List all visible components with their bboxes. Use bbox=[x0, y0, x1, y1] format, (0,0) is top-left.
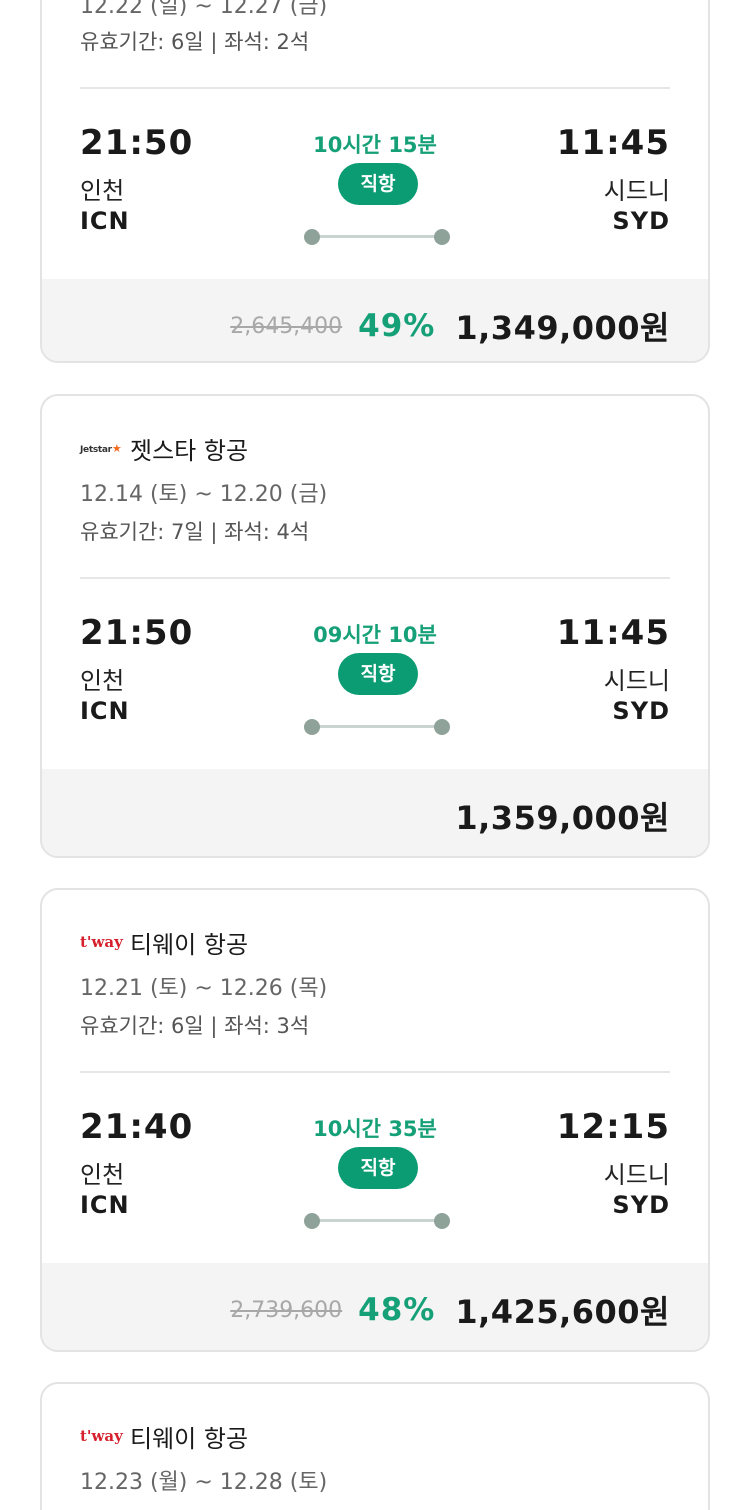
airline-row: t'way 티웨이 항공 bbox=[80, 1416, 670, 1456]
departure-code: ICN bbox=[80, 1191, 130, 1219]
arrival-city: 시드니 bbox=[603, 667, 670, 695]
departure-code: ICN bbox=[80, 207, 130, 235]
validity-seats: 유효기간: 6일 | 좌석: 3석 bbox=[80, 1014, 310, 1038]
direct-badge: 직항 bbox=[338, 653, 418, 695]
tway-logo: t'way bbox=[80, 933, 123, 951]
arrival-time: 11:45 bbox=[556, 123, 670, 163]
route: 21:40 인천 ICN 10시간 35분 직항 12:15 시드니 SYD bbox=[80, 1073, 670, 1263]
jetstar-logo: Jetstar★ bbox=[80, 441, 122, 455]
origin-dot-icon bbox=[304, 1213, 320, 1229]
origin-dot-icon bbox=[304, 229, 320, 245]
travel-dates: 12.21 (토) ~ 12.26 (목) bbox=[80, 976, 328, 1001]
travel-dates: 12.23 (월) ~ 12.28 (토) bbox=[80, 1470, 328, 1495]
route-line bbox=[304, 229, 450, 245]
arrival-code: SYD bbox=[612, 1191, 670, 1219]
tway-logo: t'way bbox=[80, 1427, 123, 1445]
sale-price: 1,425,600원 bbox=[455, 1293, 670, 1331]
travel-dates: 12.14 (토) ~ 12.20 (금) bbox=[80, 482, 328, 507]
airline-name: 젯스타 항공 bbox=[130, 436, 249, 465]
airline-name: 티웨이 항공 bbox=[130, 930, 249, 959]
arrival-code: SYD bbox=[612, 207, 670, 235]
route: 21:50 인천 ICN 10시간 15분 직항 11:45 시드니 SYD bbox=[80, 89, 670, 279]
arrival-city: 시드니 bbox=[603, 177, 670, 205]
original-price: 2,739,600 bbox=[230, 1297, 343, 1323]
origin-dot-icon bbox=[304, 719, 320, 735]
discount-percent: 49% bbox=[358, 308, 436, 344]
discount-percent: 48% bbox=[358, 1292, 436, 1328]
validity-seats: 유효기간: 6일 | 좌석: 2석 bbox=[80, 30, 310, 54]
direct-badge: 직항 bbox=[338, 1147, 418, 1189]
price-row: 1,359,000원 bbox=[42, 769, 708, 856]
arrival-time: 11:45 bbox=[556, 613, 670, 653]
sale-price: 1,349,000원 bbox=[455, 309, 670, 347]
arrival-city: 시드니 bbox=[603, 1161, 670, 1189]
price-row: 2,739,600 48% 1,425,600원 bbox=[42, 1263, 708, 1350]
airline-row: Jetstar★ 젯스타 항공 bbox=[80, 428, 670, 468]
route-line bbox=[304, 719, 450, 735]
flight-card[interactable]: 12.22 (일) ~ 12.27 (금) 유효기간: 6일 | 좌석: 2석 … bbox=[40, 0, 710, 363]
flight-card[interactable]: t'way 티웨이 항공 12.21 (토) ~ 12.26 (목) 유효기간:… bbox=[40, 888, 710, 1352]
validity-seats: 유효기간: 7일 | 좌석: 4석 bbox=[80, 520, 310, 544]
travel-dates: 12.22 (일) ~ 12.27 (금) bbox=[80, 0, 328, 19]
star-icon: ★ bbox=[111, 441, 122, 455]
departure-code: ICN bbox=[80, 697, 130, 725]
airline-row: t'way 티웨이 항공 bbox=[80, 922, 670, 962]
departure-city: 인천 bbox=[80, 667, 125, 695]
sale-price: 1,359,000원 bbox=[455, 799, 670, 837]
arrival-code: SYD bbox=[612, 697, 670, 725]
destination-dot-icon bbox=[434, 229, 450, 245]
route-line bbox=[304, 1213, 450, 1229]
flight-card[interactable]: t'way 티웨이 항공 12.23 (월) ~ 12.28 (토) bbox=[40, 1382, 710, 1510]
price-row: 2,645,400 49% 1,349,000원 bbox=[42, 279, 708, 361]
destination-dot-icon bbox=[434, 719, 450, 735]
route: 21:50 인천 ICN 09시간 10분 직항 11:45 시드니 SYD bbox=[80, 579, 670, 769]
destination-dot-icon bbox=[434, 1213, 450, 1229]
departure-city: 인천 bbox=[80, 1161, 125, 1189]
arrival-time: 12:15 bbox=[556, 1107, 670, 1147]
direct-badge: 직항 bbox=[338, 163, 418, 205]
airline-name: 티웨이 항공 bbox=[130, 1424, 249, 1453]
flight-card[interactable]: Jetstar★ 젯스타 항공 12.14 (토) ~ 12.20 (금) 유효… bbox=[40, 394, 710, 858]
departure-city: 인천 bbox=[80, 177, 125, 205]
original-price: 2,645,400 bbox=[230, 313, 343, 339]
